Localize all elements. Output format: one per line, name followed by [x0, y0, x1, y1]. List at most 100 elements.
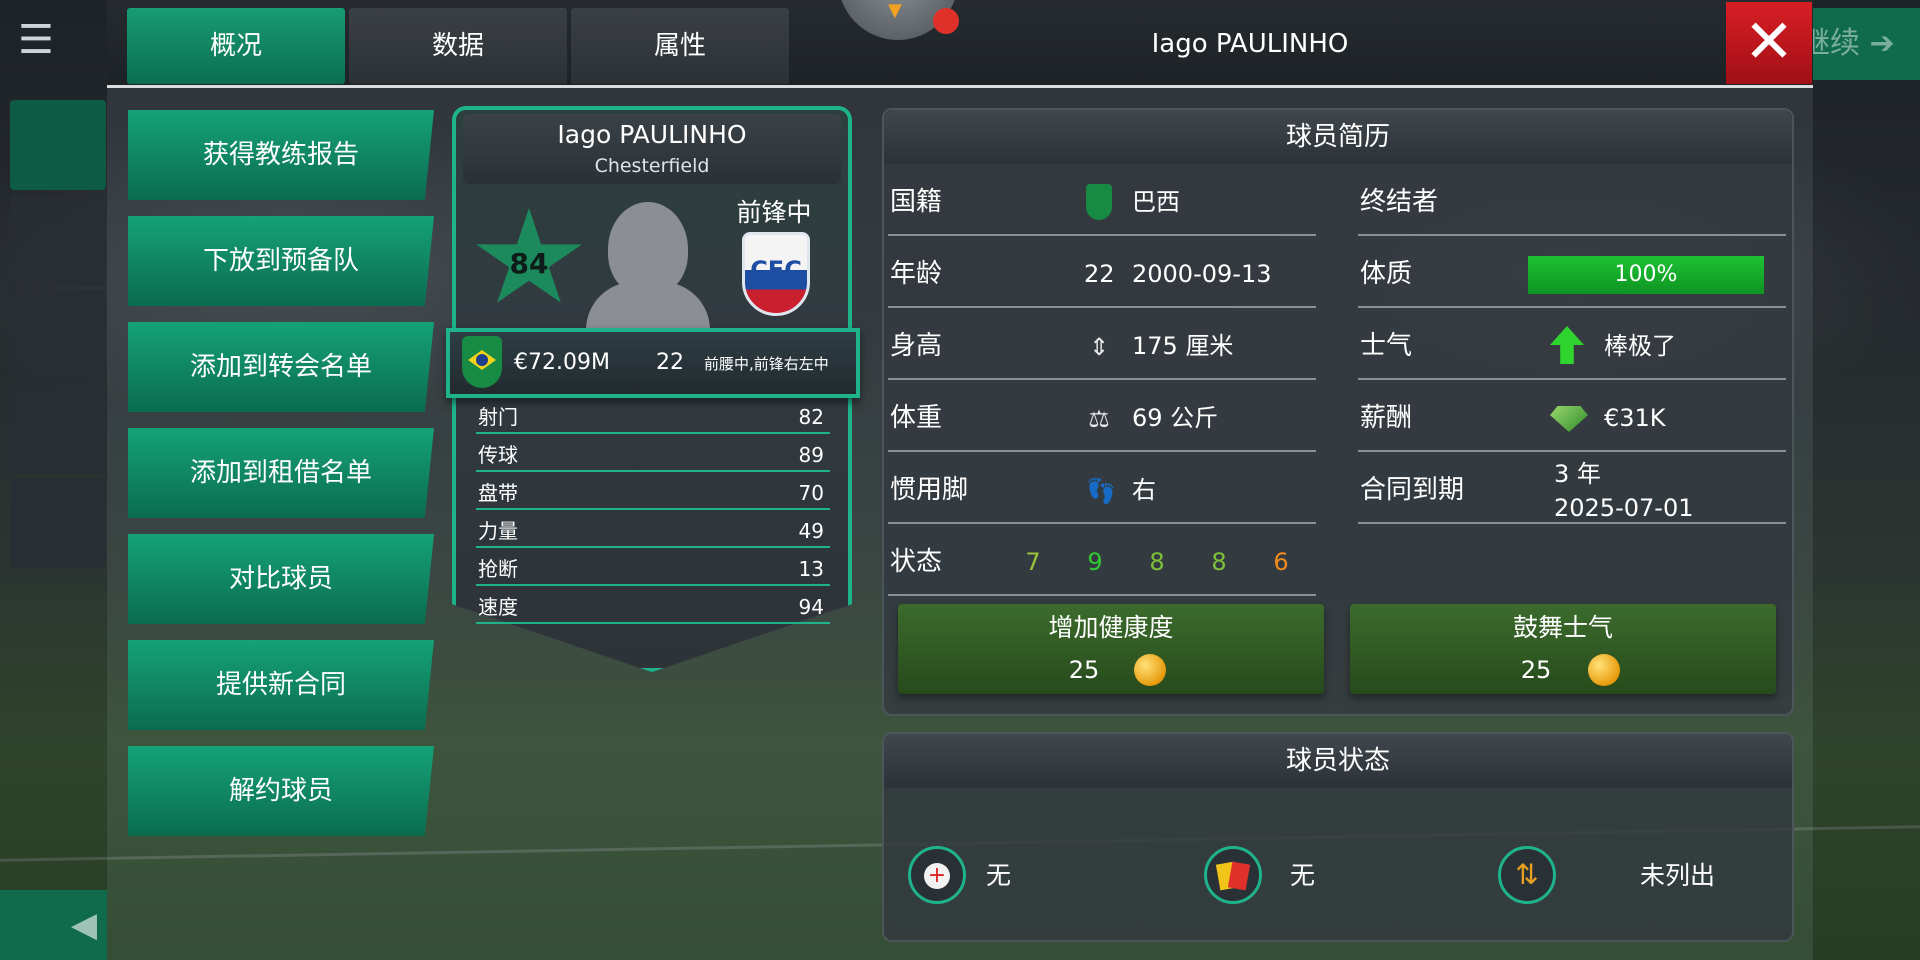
cards-status: 无: [1290, 861, 1316, 890]
attribute-row: 射门 82: [476, 402, 830, 434]
back-arrow-icon: ◀: [0, 890, 107, 960]
nationality-value: 巴西: [1132, 188, 1180, 216]
add-to-loan-list-button[interactable]: 添加到租借名单: [128, 428, 434, 518]
transfer-arrows-icon: ⇅: [1498, 846, 1556, 904]
add-to-transfer-list-button[interactable]: 添加到转会名单: [128, 322, 434, 412]
fitness-value: 100%: [1614, 262, 1678, 287]
attribute-value: 70: [798, 481, 824, 505]
tab-data[interactable]: 数据: [349, 8, 567, 84]
attribute-row: 抢断 13: [476, 554, 830, 586]
profile-title: 球员简历: [884, 110, 1792, 164]
background-tile: [10, 100, 106, 190]
divider: [1358, 306, 1786, 308]
listing-status: 未列出: [1640, 861, 1716, 890]
background-right-area: [1813, 0, 1920, 960]
attribute-row: 传球 89: [476, 440, 830, 472]
wage-label: 薪酬: [1360, 403, 1413, 433]
player-role: 终结者: [1360, 187, 1439, 217]
divider: [888, 234, 1316, 236]
card-player-name: Iago PAULINHO: [557, 120, 747, 149]
attribute-name: 速度: [478, 595, 518, 619]
weight-value: 69 公斤: [1132, 404, 1219, 432]
divider: [1358, 234, 1786, 236]
close-icon: ✕: [1743, 7, 1795, 77]
fitness-label: 体质: [1360, 259, 1413, 289]
attribute-value: 94: [798, 595, 824, 619]
attribute-name: 力量: [478, 519, 518, 543]
divider: [888, 450, 1316, 452]
coin-icon: [1134, 654, 1166, 686]
attribute-row: 盘带 70: [476, 478, 830, 510]
footprint-icon: 👣: [1086, 477, 1116, 505]
weight-icon: ⚖: [1088, 405, 1110, 433]
attribute-value: 13: [798, 557, 824, 581]
attribute-row: 力量 49: [476, 516, 830, 548]
release-player-button[interactable]: 解约球员: [128, 746, 434, 836]
divider: [1358, 378, 1786, 380]
attribute-name: 抢断: [478, 557, 518, 581]
background-tile: [10, 196, 106, 286]
nationality-flag-icon: [1086, 184, 1112, 220]
weight-label: 体重: [890, 403, 943, 433]
attribute-value: 89: [798, 443, 824, 467]
form-rating: 9: [1087, 548, 1103, 576]
chevron-down-icon: ▼: [888, 0, 902, 21]
divider: [888, 522, 1316, 524]
flag-circle: [476, 354, 488, 366]
boost-morale-label: 鼓舞士气: [1512, 613, 1613, 642]
dob-value: 2000-09-13: [1132, 260, 1272, 288]
form-label: 状态: [890, 547, 943, 577]
attribute-row: 速度 94: [476, 592, 830, 624]
tab-attributes[interactable]: 属性: [571, 8, 789, 84]
attribute-name: 盘带: [478, 481, 518, 505]
cards-icon: [1204, 846, 1262, 904]
height-label: 身高: [890, 331, 943, 361]
foot-label: 惯用脚: [890, 475, 969, 505]
nationality-label: 国籍: [890, 187, 943, 217]
wage-value: €31K: [1604, 404, 1666, 432]
boost-fitness-label: 增加健康度: [1048, 613, 1174, 642]
morale-label: 士气: [1360, 331, 1413, 361]
coin-icon: [1588, 654, 1620, 686]
boost-fitness-cost: 25: [1068, 656, 1100, 684]
contract-label: 合同到期: [1360, 475, 1465, 505]
player-title: Iago PAULINHO: [1151, 29, 1349, 59]
background-tile: [10, 290, 106, 380]
club-crest-text: CFC: [750, 256, 802, 284]
divider: [1358, 522, 1786, 524]
send-to-reserves-button[interactable]: 下放到预备队: [128, 216, 434, 306]
height-icon: ⇕: [1088, 333, 1110, 361]
notification-dot: [933, 8, 959, 34]
foot-value: 右: [1132, 476, 1156, 504]
age-value: 22: [1084, 260, 1115, 288]
attribute-name: 传球: [478, 443, 518, 467]
form-rating: 6: [1273, 548, 1289, 576]
divider: [888, 594, 1316, 596]
injury-status: 无: [986, 861, 1012, 890]
player-value: €72.09M: [514, 350, 610, 375]
player-age: 22: [656, 350, 684, 375]
divider: [1358, 450, 1786, 452]
attribute-value: 82: [798, 405, 824, 429]
card-position: 前锋中: [736, 198, 812, 227]
coach-report-button[interactable]: 获得教练报告: [128, 110, 434, 200]
attribute-value: 49: [798, 519, 824, 543]
menu-icon: ☰: [18, 17, 54, 63]
divider: [888, 378, 1316, 380]
divider: [888, 306, 1316, 308]
close-button[interactable]: ✕: [1726, 2, 1812, 84]
offer-contract-button[interactable]: 提供新合同: [128, 640, 434, 730]
compare-player-button[interactable]: 对比球员: [128, 534, 434, 624]
status-title: 球员状态: [884, 734, 1792, 788]
form-rating: 8: [1211, 548, 1227, 576]
age-label: 年龄: [890, 259, 943, 289]
background-tile: [10, 478, 106, 568]
form-rating: 8: [1149, 548, 1165, 576]
boost-morale-cost: 25: [1520, 656, 1552, 684]
height-value: 175 厘米: [1132, 332, 1234, 360]
player-rating: 84: [509, 247, 549, 280]
morale-value: 棒极了: [1604, 332, 1676, 360]
card-club-name: Chesterfield: [594, 155, 710, 177]
tab-overview[interactable]: 概况: [127, 8, 345, 84]
form-rating: 7: [1025, 548, 1041, 576]
